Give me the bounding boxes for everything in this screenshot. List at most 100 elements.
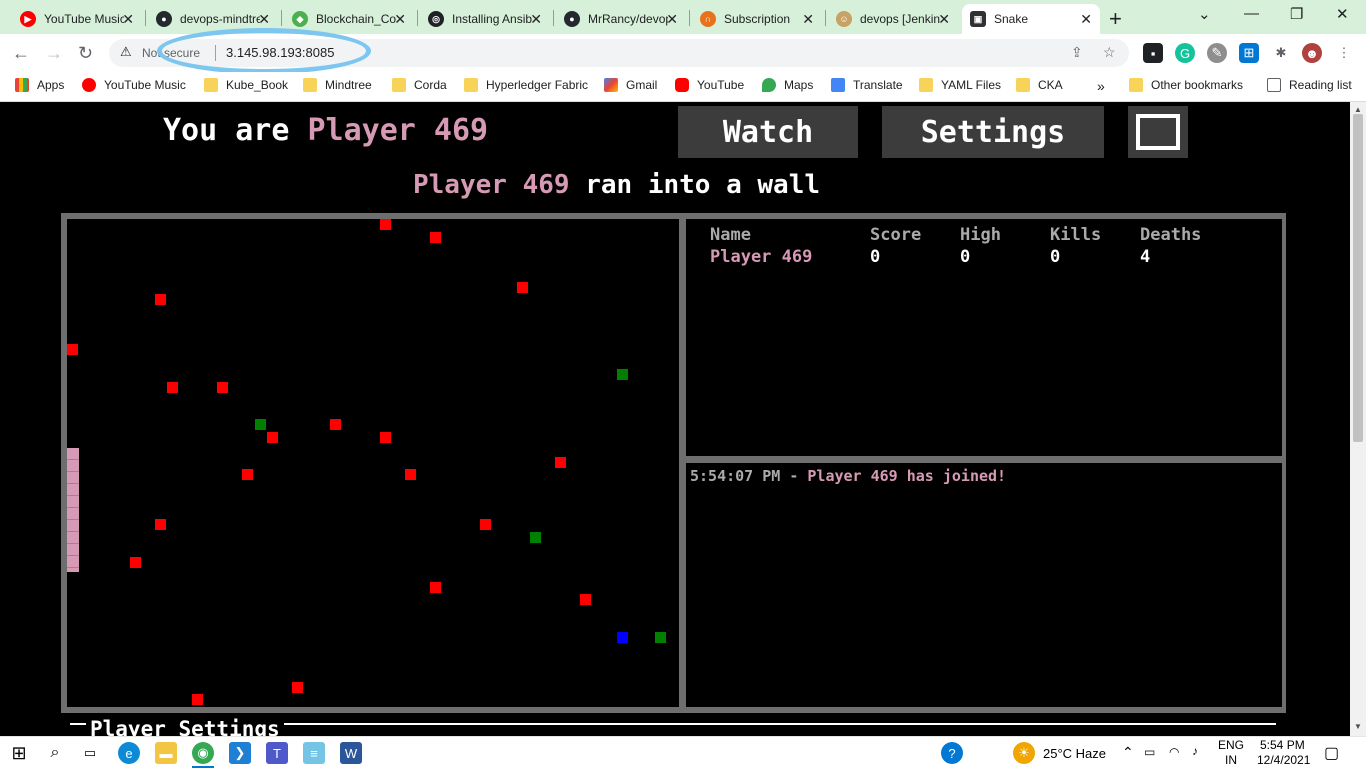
more-bookmarks-icon[interactable]: » (1097, 78, 1105, 94)
teams-icon[interactable]: T (266, 742, 288, 764)
chat-log: 5:54:07 PM - Player 469 has joined! (686, 463, 1282, 707)
bookmark-other[interactable]: Other bookmarks (1129, 78, 1243, 92)
food-cell (517, 281, 528, 293)
close-tab-icon[interactable]: ✕ (258, 11, 270, 28)
word-icon[interactable]: W (340, 742, 362, 764)
tray-chevron-icon[interactable]: ⌃ (1122, 744, 1134, 761)
food-cell (379, 431, 391, 443)
share-icon[interactable]: ⇪ (1071, 44, 1083, 61)
tab-mrrancy-devops[interactable]: ● MrRancy/devops ✕ (556, 4, 686, 34)
watch-button[interactable]: Watch (678, 106, 858, 158)
bookmark-hyperledger[interactable]: Hyperledger Fabric (464, 78, 588, 92)
close-window-icon[interactable]: ✕ (1336, 5, 1349, 23)
vscode-icon[interactable]: ❯ (229, 742, 251, 764)
pen-extension-icon[interactable]: ✎ (1207, 43, 1227, 63)
game-board[interactable] (67, 219, 679, 707)
food-cell (554, 456, 566, 468)
bookmark-kube-book[interactable]: Kube_Book (204, 78, 288, 92)
search-icon[interactable]: ⌕ (44, 742, 66, 764)
weather-icon[interactable]: ☀ (1013, 742, 1035, 764)
bookmark-corda[interactable]: Corda (392, 78, 447, 92)
grammarly-icon[interactable]: G (1175, 43, 1195, 63)
windows-extension-icon[interactable]: ⊞ (1239, 43, 1259, 63)
notifications-icon[interactable]: ▢ (1324, 743, 1339, 763)
close-tab-icon[interactable]: ✕ (938, 11, 950, 28)
food-cell (429, 581, 441, 593)
tab-jenkins[interactable]: ☺ devops [Jenkins] ✕ (828, 4, 958, 34)
tab-subscription[interactable]: ∩ Subscription ✕ (692, 4, 822, 34)
jenkins-icon: ☺ (836, 11, 852, 27)
close-tab-icon[interactable]: ✕ (530, 11, 542, 28)
settings-button[interactable]: Settings (882, 106, 1104, 158)
file-explorer-icon[interactable]: ▬ (155, 742, 177, 764)
row-score: 0 (870, 247, 881, 267)
bookmark-youtube[interactable]: YouTube (675, 78, 744, 92)
volume-icon[interactable]: ♪ (1192, 744, 1198, 758)
tab-title: Subscription (724, 12, 791, 26)
scroll-down-icon[interactable]: ▼ (1354, 722, 1362, 731)
language-code[interactable]: ENG (1218, 738, 1244, 752)
wifi-icon[interactable]: ◠ (1169, 745, 1179, 759)
green-cell (529, 531, 541, 543)
tab-installing-ansible[interactable]: ◎ Installing Ansible ✕ (420, 4, 550, 34)
terminal-extension-icon[interactable]: ▪ (1143, 43, 1163, 63)
food-cell (329, 419, 341, 430)
edge-icon[interactable]: e (118, 742, 140, 764)
task-view-icon[interactable]: ▭ (79, 742, 101, 764)
chrome-icon[interactable]: ◉ (192, 742, 214, 764)
bookmark-star-icon[interactable]: ☆ (1103, 44, 1116, 61)
close-tab-icon[interactable]: ✕ (122, 11, 134, 28)
bookmark-youtube-music[interactable]: YouTube Music (82, 78, 186, 92)
scroll-up-icon[interactable]: ▲ (1354, 105, 1362, 114)
chat-time: 5:54:07 PM (690, 467, 781, 485)
bookmark-yaml-files[interactable]: YAML Files (919, 78, 1001, 92)
extensions-icon[interactable]: ✱ (1271, 43, 1291, 63)
region-code[interactable]: IN (1225, 753, 1237, 767)
food-cell (129, 556, 141, 568)
bookmark-maps[interactable]: Maps (762, 78, 813, 92)
bookmark-translate[interactable]: Translate (831, 78, 903, 92)
folder-icon (1016, 78, 1030, 92)
battery-icon[interactable]: ▭ (1144, 745, 1155, 759)
close-tab-icon[interactable]: ✕ (802, 11, 814, 28)
forward-icon[interactable]: → (45, 43, 63, 64)
profile-avatar[interactable]: ☻ (1302, 43, 1322, 63)
chat-player: Player 469 (807, 467, 898, 485)
folder-icon (204, 78, 218, 92)
bookmark-apps[interactable]: Apps (15, 78, 64, 92)
fullscreen-icon (1136, 114, 1180, 150)
player-settings-section: Player Settings (70, 717, 1276, 736)
menu-icon[interactable]: ⋮ (1334, 43, 1354, 63)
minimize-icon[interactable]: — (1244, 5, 1259, 22)
reload-icon[interactable]: ↻ (78, 43, 93, 64)
bookmark-gmail[interactable]: Gmail (604, 78, 657, 92)
food-cell (379, 219, 391, 230)
clock-date[interactable]: 12/4/2021 (1257, 753, 1310, 767)
warning-icon[interactable]: ⚠ (120, 44, 132, 60)
you-are-prefix: You are (163, 113, 290, 148)
clock-time[interactable]: 5:54 PM (1260, 738, 1305, 752)
weather-text[interactable]: 25°C Haze (1043, 746, 1106, 761)
bookmark-reading-list[interactable]: Reading list (1267, 78, 1352, 92)
bookmark-mindtree[interactable]: Mindtree (303, 78, 372, 92)
notepad-icon[interactable]: ≡ (303, 742, 325, 764)
folder-icon (1129, 78, 1143, 92)
help-icon[interactable]: ? (941, 742, 963, 764)
tab-search-icon[interactable]: ⌄ (1198, 5, 1211, 23)
close-tab-icon[interactable]: ✕ (1080, 11, 1092, 28)
scrollbar-thumb[interactable] (1353, 114, 1363, 442)
start-windows-icon[interactable]: ⊞ (8, 742, 30, 764)
tab-youtube-music[interactable]: ▶ YouTube Music ✕ (12, 4, 142, 34)
food-cell (579, 594, 591, 605)
new-tab-icon[interactable]: + (1109, 6, 1122, 32)
close-tab-icon[interactable]: ✕ (394, 11, 406, 28)
tab-snake[interactable]: ▣ Snake ✕ (962, 4, 1100, 34)
fullscreen-button[interactable] (1128, 106, 1188, 158)
bookmark-cka[interactable]: CKA (1016, 78, 1063, 92)
close-tab-icon[interactable]: ✕ (666, 11, 678, 28)
maximize-icon[interactable]: ❐ (1290, 5, 1303, 23)
back-icon[interactable]: ← (12, 43, 30, 64)
page-scrollbar[interactable]: ▲ ▼ (1350, 102, 1366, 736)
row-high: 0 (960, 247, 971, 267)
tab-title: Snake (994, 12, 1029, 26)
